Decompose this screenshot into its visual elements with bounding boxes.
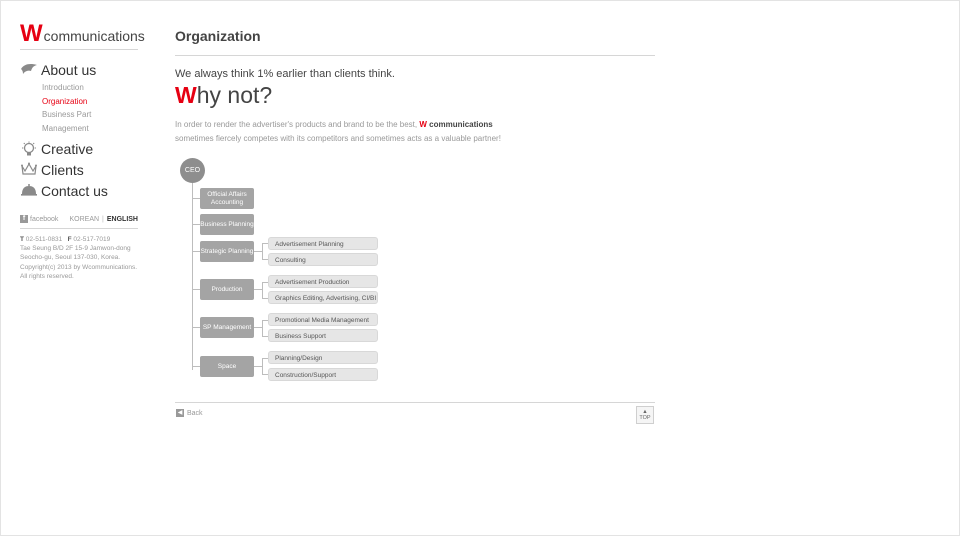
lightbulb-icon <box>20 141 38 157</box>
title-divider <box>175 55 655 56</box>
phone-label: T <box>20 236 24 243</box>
org-dept-space[interactable]: Space <box>200 356 254 377</box>
bird-icon <box>20 62 38 78</box>
org-sub-graphics-editing[interactable]: Graphics Editing, Advertising, CI/BI <box>268 291 378 304</box>
org-dept-business-planning[interactable]: Business Planning <box>200 214 254 235</box>
subnav-management[interactable]: Management <box>42 122 140 136</box>
why-not-heading: Why not? <box>175 80 655 110</box>
org-dept-strategic-planning[interactable]: Strategic Planning <box>200 241 254 262</box>
nav-contact[interactable]: Contact us <box>20 181 140 201</box>
org-connector <box>254 289 262 290</box>
logo-mark: W <box>20 20 43 47</box>
subnav-introduction[interactable]: Introduction <box>42 81 140 95</box>
sidebar-divider <box>20 49 138 50</box>
copyright: Copyright(c) 2013 by Wcommunications. <box>20 263 138 271</box>
org-sub-advertisement-planning[interactable]: Advertisement Planning <box>268 237 378 250</box>
nav-clients[interactable]: Clients <box>20 160 140 180</box>
rights: All rights reserved. <box>20 272 74 280</box>
why-rest: hy not? <box>196 82 273 108</box>
org-branch-line <box>262 282 263 298</box>
org-dept-sp-management[interactable]: SP Management <box>200 317 254 338</box>
desc-text-1: In order to render the advertiser's prod… <box>175 120 420 129</box>
nav-creative[interactable]: Creative <box>20 139 140 159</box>
org-connector <box>192 198 200 199</box>
desc-brand: communications <box>426 120 493 129</box>
nav-clients-label: Clients <box>41 162 84 178</box>
about-subnav: Introduction Organization Business Part … <box>42 81 140 135</box>
top-button[interactable]: ▲ TOP <box>636 406 654 424</box>
logo[interactable]: Wcommunications <box>20 20 145 47</box>
social-language-row: f facebook KOREAN | ENGLISH <box>20 215 138 229</box>
sidebar: Wcommunications About us Introduction Or… <box>20 20 145 281</box>
main-nav: About us Introduction Organization Busin… <box>20 60 140 201</box>
language-switch: KOREAN | ENGLISH <box>69 216 138 223</box>
phone-number: 02-511-0831 <box>25 236 63 243</box>
fax-label: F <box>67 236 72 243</box>
org-connector <box>254 251 262 252</box>
org-sub-advertisement-production[interactable]: Advertisement Production <box>268 275 378 288</box>
facebook-link[interactable]: f facebook <box>20 215 58 223</box>
org-connector <box>192 327 200 328</box>
contact-info: T 02-511-0831 F 02-517-7019 Tae Seung B/… <box>20 235 145 281</box>
nav-creative-label: Creative <box>41 141 94 157</box>
org-branch-line <box>262 243 263 260</box>
org-connector <box>192 251 200 252</box>
back-label: Back <box>187 409 203 417</box>
page-title: Organization <box>175 28 261 44</box>
org-dept-official-affairs[interactable]: Official Affairs Accounting <box>200 188 254 209</box>
org-connector <box>254 366 262 367</box>
org-ceo[interactable]: CEO <box>180 158 205 183</box>
nav-contact-label: Contact us <box>41 183 108 199</box>
org-branch-line <box>262 320 263 336</box>
org-sub-business-support[interactable]: Business Support <box>268 329 378 342</box>
top-label: TOP <box>639 415 651 421</box>
facebook-icon: f <box>20 215 28 223</box>
subnav-organization[interactable]: Organization <box>42 95 140 109</box>
why-w: W <box>175 82 197 108</box>
contact-phone-line: T 02-511-0831 F 02-517-7019 <box>20 235 145 244</box>
org-dept-production[interactable]: Production <box>200 279 254 300</box>
back-button[interactable]: ◀ Back <box>176 409 203 417</box>
main-content: Organization We always think 1% earlier … <box>175 28 655 146</box>
org-chart: CEO Official Affairs Accounting Business… <box>180 158 400 386</box>
lang-korean[interactable]: KOREAN <box>69 216 99 223</box>
lang-english[interactable]: ENGLISH <box>107 216 138 223</box>
desc-brand-w: W <box>419 120 427 129</box>
org-connector <box>192 224 200 225</box>
crown-icon <box>20 162 38 178</box>
nav-about-label: About us <box>41 62 97 78</box>
bell-icon <box>20 183 38 199</box>
org-branch-line <box>262 358 263 375</box>
description: In order to render the advertiser's prod… <box>175 118 535 146</box>
fax-number: 02-517-7019 <box>73 236 111 243</box>
org-connector <box>192 289 200 290</box>
org-connector <box>254 327 262 328</box>
nav-about[interactable]: About us <box>20 60 140 80</box>
desc-text-2: sometimes fiercely competes with its com… <box>175 134 501 143</box>
org-sub-construction-support[interactable]: Construction/Support <box>268 368 378 381</box>
org-sub-planning-design[interactable]: Planning/Design <box>268 351 378 364</box>
footer-divider <box>175 402 655 403</box>
address-line-1: Tae Seung B/D 2F 15-9 Jamwon-dong <box>20 245 131 253</box>
tagline: We always think 1% earlier than clients … <box>175 68 395 80</box>
subnav-business-part[interactable]: Business Part <box>42 108 140 122</box>
org-sub-promotional-media[interactable]: Promotional Media Management <box>268 313 378 326</box>
org-connector <box>192 366 200 367</box>
org-sub-consulting[interactable]: Consulting <box>268 253 378 266</box>
facebook-label: facebook <box>30 215 59 223</box>
arrow-left-icon: ◀ <box>176 409 184 417</box>
logo-text: communications <box>43 28 145 44</box>
address-line-2: Seocho-gu, Seoul 137-030, Korea. <box>20 254 121 262</box>
org-trunk-line <box>192 183 193 370</box>
lang-separator: | <box>102 215 104 223</box>
